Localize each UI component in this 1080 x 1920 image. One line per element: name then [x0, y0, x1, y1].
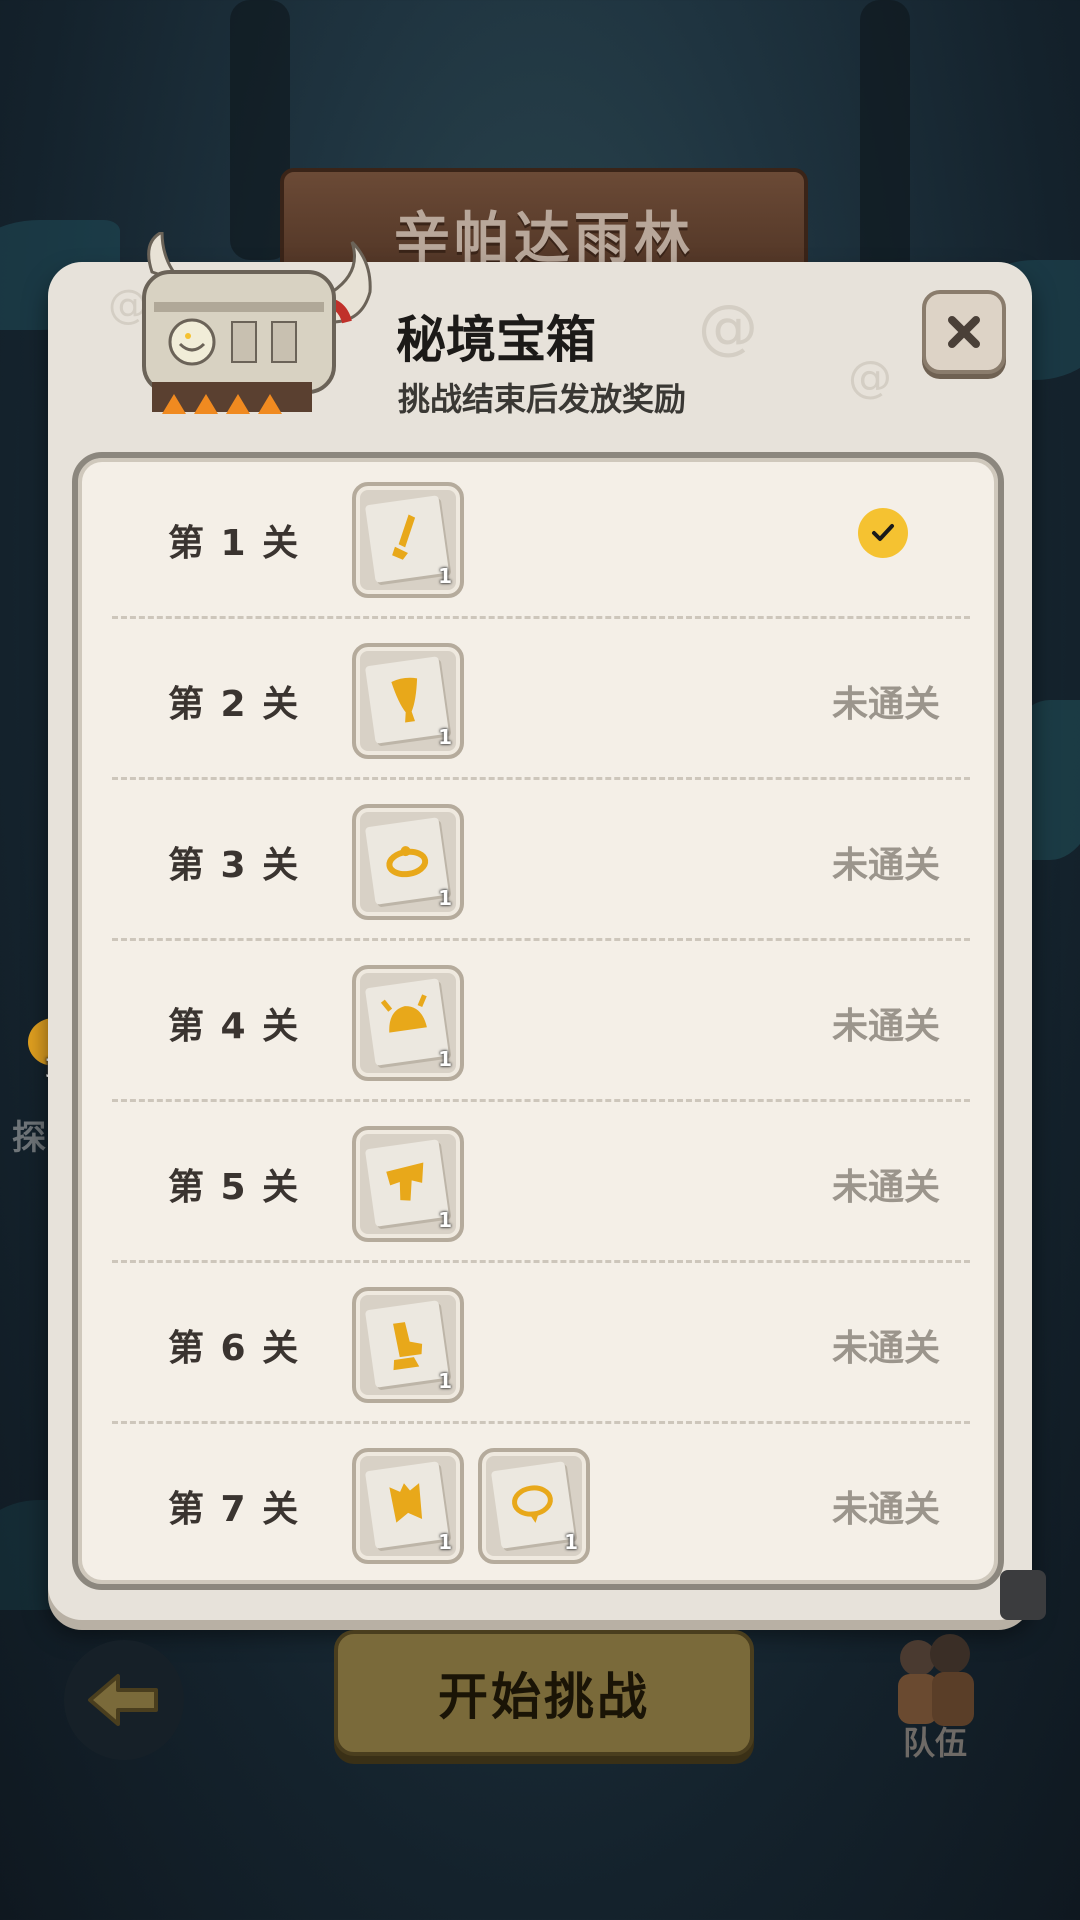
- back-arrow-icon: [88, 1674, 158, 1726]
- team-button[interactable]: 队伍: [880, 1630, 990, 1762]
- side-tab[interactable]: [1000, 1570, 1046, 1620]
- armor-scroll-icon: [364, 1139, 450, 1227]
- sword-scroll-icon: [364, 495, 450, 583]
- back-button[interactable]: [64, 1640, 184, 1760]
- start-challenge-label: 开始挑战: [438, 1668, 650, 1726]
- reward-item[interactable]: 1: [352, 482, 464, 598]
- stage-label: 第 3 关: [168, 845, 301, 886]
- bg-tree-trunk: [860, 0, 910, 300]
- item-count: 1: [438, 1208, 452, 1232]
- item-count: 1: [438, 1530, 452, 1554]
- check-icon: [858, 508, 908, 558]
- stage-row: 第 4 关 1 未通关: [112, 941, 970, 1102]
- stage-status: 未通关: [831, 1006, 940, 1047]
- swirl-decoration: @: [698, 292, 758, 362]
- team-icon: [898, 1634, 974, 1726]
- close-icon: [948, 316, 980, 348]
- item-count: 1: [438, 1369, 452, 1393]
- horn-scroll-icon: [364, 656, 450, 744]
- item-count: 1: [438, 1047, 452, 1071]
- stage-status: 未通关: [831, 1167, 940, 1208]
- cape-scroll-icon: [364, 1461, 450, 1549]
- close-button[interactable]: [922, 290, 1006, 374]
- stage-label: 第 1 关: [168, 523, 301, 564]
- stage-row: 第 6 关 1 未通关: [112, 1263, 970, 1424]
- reward-item[interactable]: 1: [352, 965, 464, 1081]
- item-count: 1: [438, 725, 452, 749]
- stage-status: 未通关: [831, 845, 940, 886]
- ring-scroll-icon: [364, 817, 450, 905]
- reward-item[interactable]: 1: [352, 1287, 464, 1403]
- reward-item[interactable]: 1: [352, 1126, 464, 1242]
- stage-status: 未通关: [831, 1489, 940, 1530]
- stage-status: 未通关: [831, 1328, 940, 1369]
- boots-scroll-icon: [364, 1300, 450, 1388]
- reward-item[interactable]: 1: [352, 643, 464, 759]
- stage-row: 第 7 关 1 1 未通关: [112, 1424, 970, 1585]
- swirl-decoration: @: [848, 352, 892, 403]
- stage-label: 第 6 关: [168, 1328, 301, 1369]
- stage-row: 第 2 关 1 未通关: [112, 619, 970, 780]
- panel-title: 秘境宝箱: [396, 311, 596, 369]
- stage-label: 第 5 关: [168, 1167, 301, 1208]
- helmet-scroll-icon: [364, 978, 450, 1066]
- item-count: 1: [438, 886, 452, 910]
- stage-row: 第 5 关 1 未通关: [112, 1102, 970, 1263]
- explore-label-fragment: 探: [12, 1118, 46, 1158]
- treasure-chest-icon: [132, 229, 372, 432]
- team-label: 队伍: [902, 1724, 967, 1762]
- necklace-scroll-icon: [490, 1461, 576, 1549]
- reward-item[interactable]: 1: [352, 1448, 464, 1564]
- stage-label: 第 7 关: [168, 1489, 301, 1530]
- stage-row: 第 1 关 1: [112, 458, 970, 619]
- stage-row: 第 3 关 1 未通关: [112, 780, 970, 941]
- reward-item[interactable]: 1: [352, 804, 464, 920]
- item-count: 1: [564, 1530, 578, 1554]
- stage-label: 第 4 关: [168, 1006, 301, 1047]
- reward-item[interactable]: 1: [478, 1448, 590, 1564]
- reward-list[interactable]: 第 1 关 1 第 2 关 1 未通关 第 3 关 1 未通关 第 4 关 1 …: [72, 452, 1004, 1590]
- stage-status: 未通关: [831, 684, 940, 725]
- item-count: 1: [438, 564, 452, 588]
- panel-subtitle: 挑战结束后发放奖励: [398, 380, 687, 418]
- stage-label: 第 2 关: [168, 684, 301, 725]
- start-challenge-button[interactable]: 开始挑战: [334, 1630, 754, 1756]
